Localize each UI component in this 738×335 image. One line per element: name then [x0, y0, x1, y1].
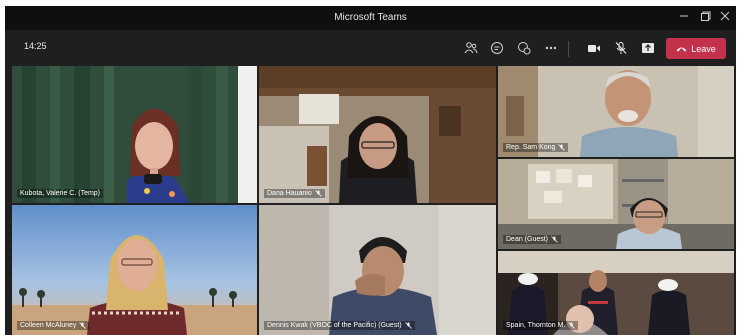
participant-video [259, 205, 496, 335]
camera-icon [588, 45, 600, 52]
participant-name: Spain, Thornton M. [506, 322, 566, 329]
teams-window: Microsoft Teams 14:25 Leave Kubota, Vale… [5, 6, 736, 335]
mic-off-icon [558, 144, 566, 151]
phone-hangup-icon [676, 47, 687, 51]
mic-off-icon [404, 322, 412, 329]
minimize-icon [680, 15, 688, 17]
mic-off-icon [615, 42, 627, 54]
participant-video [259, 66, 496, 203]
participant-name-tag: Dennis Kwak (VBOC of the Pacific) (Guest… [264, 321, 415, 330]
meeting-toolbar: 14:25 Leave [5, 30, 736, 66]
minimize-button[interactable] [673, 8, 695, 28]
camera-button[interactable] [585, 39, 603, 57]
close-button[interactable] [714, 8, 736, 28]
leave-label: Leave [691, 43, 716, 54]
participant-tile[interactable]: Spain, Thornton M. [498, 251, 734, 335]
reactions-button[interactable] [515, 39, 533, 57]
mic-off-icon [568, 322, 576, 329]
participant-name: Dana Hauanio [267, 190, 312, 197]
participant-name-tag: Kubota, Valerie C. (Temp) [17, 189, 104, 198]
mic-button[interactable] [612, 39, 630, 57]
participant-name-tag: Colleen McAluney [17, 321, 90, 330]
participants-button[interactable] [462, 39, 480, 57]
chat-icon [491, 42, 503, 54]
video-grid: Kubota, Valerie C. (Temp) Dana Hauanio R… [5, 66, 736, 335]
participant-name: Rep. Sam Kong [506, 144, 556, 151]
title-bar: Microsoft Teams [5, 6, 736, 30]
participant-tile[interactable]: Colleen McAluney [12, 205, 257, 335]
participant-video [12, 205, 257, 335]
participant-name: Dean (Guest) [506, 236, 549, 243]
window-title: Microsoft Teams [334, 12, 407, 23]
participant-name: Colleen McAluney [20, 322, 77, 329]
participant-name: Kubota, Valerie C. (Temp) [20, 190, 101, 197]
participant-name-tag: Spain, Thornton M. [503, 321, 579, 330]
mic-off-icon [314, 190, 322, 197]
participant-tile[interactable]: Kubota, Valerie C. (Temp) [12, 66, 257, 203]
chat-button[interactable] [488, 39, 506, 57]
close-icon [720, 11, 730, 21]
more-actions-button[interactable] [542, 39, 560, 57]
share-screen-button[interactable] [639, 39, 657, 57]
reactions-icon [518, 42, 531, 55]
more-actions-icon [545, 46, 557, 50]
participant-video [12, 66, 257, 203]
participant-name-tag: Rep. Sam Kong [503, 143, 569, 152]
share-screen-icon [642, 43, 654, 53]
toolbar-divider [568, 41, 569, 57]
participant-name-tag: Dana Hauanio [264, 189, 325, 198]
leave-button[interactable]: Leave [666, 38, 726, 59]
participants-icon [464, 42, 478, 54]
mic-off-icon [79, 322, 87, 329]
participant-name-tag: Dean (Guest) [503, 235, 562, 244]
meeting-timer: 14:25 [24, 41, 47, 51]
participant-tile[interactable]: Dana Hauanio [259, 66, 496, 203]
participant-name: Dennis Kwak (VBOC of the Pacific) (Guest… [267, 322, 402, 329]
participant-tile[interactable]: Dean (Guest) [498, 159, 734, 249]
participant-tile[interactable]: Rep. Sam Kong [498, 66, 734, 157]
maximize-icon [701, 11, 711, 21]
participant-tile[interactable]: Dennis Kwak (VBOC of the Pacific) (Guest… [259, 205, 496, 335]
mic-off-icon [551, 236, 558, 243]
